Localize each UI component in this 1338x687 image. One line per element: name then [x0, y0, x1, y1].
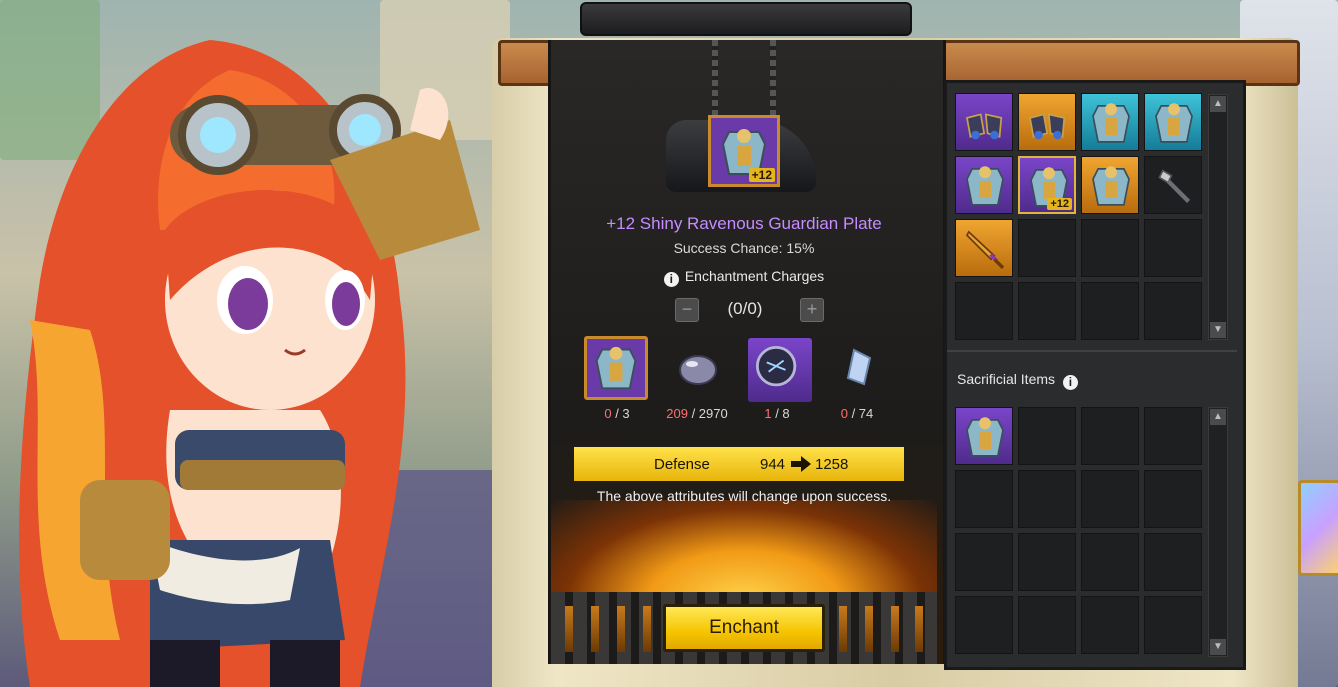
material-count: 0 / 3 [604, 406, 630, 421]
scroll-up-arrow[interactable]: ▲ [1210, 96, 1226, 112]
empty-slot[interactable] [1081, 219, 1139, 277]
grate-bar [591, 606, 599, 652]
empty-slot[interactable] [1081, 470, 1139, 528]
grate-bar [617, 606, 625, 652]
charges-minus-button[interactable]: − [675, 298, 699, 322]
inventory-slot[interactable] [1144, 93, 1202, 151]
empty-slot[interactable] [1081, 282, 1139, 340]
chain [770, 40, 776, 120]
material-slot-chaos-onyx[interactable] [748, 338, 812, 402]
chain [712, 40, 718, 120]
attribute-to: 1258 [815, 456, 849, 473]
inventory-slot[interactable] [955, 156, 1013, 214]
section-divider [947, 350, 1237, 352]
success-chance: Success Chance: 15% [673, 240, 815, 256]
empty-slot[interactable] [1018, 219, 1076, 277]
guardian-plate-icon [595, 346, 637, 390]
grate-bar [839, 606, 847, 652]
empty-slot[interactable] [1144, 282, 1202, 340]
guardian-plate-icon [1092, 103, 1130, 143]
empty-slot[interactable] [1018, 470, 1076, 528]
npc-character-portrait [19, 40, 480, 687]
material-count: 0 / 74 [840, 406, 874, 421]
scroll-down-arrow[interactable]: ▼ [1210, 322, 1226, 338]
enhance-level-badge: +12 [1047, 198, 1072, 210]
inventory-slot[interactable] [1081, 156, 1139, 214]
arrow-right-icon [791, 456, 811, 472]
grate-bar [865, 606, 873, 652]
guardian-plate-icon [1092, 166, 1130, 206]
enchantment-charges-label: Enchantment Charges [684, 268, 825, 284]
grate-bar [643, 606, 651, 652]
empty-slot[interactable] [1144, 219, 1202, 277]
inventory-scrollbar[interactable]: ▲ ▼ [1208, 94, 1228, 340]
info-icon[interactable]: i [663, 272, 679, 287]
empty-slot[interactable] [1144, 470, 1202, 528]
empty-slot[interactable] [1081, 596, 1139, 654]
empty-slot[interactable] [1144, 596, 1202, 654]
inventory-slot[interactable] [955, 93, 1013, 151]
material-count: 1 / 8 [764, 406, 790, 421]
attribute-name: Defense [654, 456, 710, 473]
guardian-plate-icon [966, 417, 1004, 457]
guardian-plate-icon [1155, 103, 1193, 143]
attribute-from: 944 [760, 456, 786, 473]
material-slot-fragment[interactable] [826, 336, 890, 400]
success-note: The above attributes will change upon su… [596, 488, 892, 504]
inventory-slot[interactable] [955, 407, 1013, 465]
inventory-slot[interactable] [1018, 93, 1076, 151]
chaos-onyx-icon [755, 345, 797, 387]
boots-icon [966, 113, 1003, 140]
empty-slot[interactable] [1018, 282, 1076, 340]
enchant-button[interactable]: Enchant [663, 604, 825, 652]
sacrificial-items-title: Sacrificial Items [957, 371, 1056, 387]
inventory-slot[interactable] [955, 219, 1013, 277]
inventory-slot[interactable] [1144, 156, 1202, 214]
empty-slot[interactable] [955, 470, 1013, 528]
scroll-up-arrow[interactable]: ▲ [1210, 409, 1226, 425]
guardian-plate-icon [966, 166, 1004, 206]
window-top-bar [580, 2, 912, 36]
grate-bar [565, 606, 573, 652]
charges-plus-button[interactable]: + [800, 298, 824, 322]
info-icon[interactable]: i [1062, 375, 1078, 390]
grate-bar [915, 606, 923, 652]
mace-icon [1158, 169, 1191, 203]
grate-bar [891, 606, 899, 652]
attribute-change-bar: Defense 944 1258 [574, 447, 904, 481]
boots-icon [1029, 113, 1066, 140]
empty-slot[interactable] [1081, 533, 1139, 591]
empty-slot[interactable] [1081, 407, 1139, 465]
enhance-level-badge: +12 [748, 168, 775, 182]
charges-count: (0/0) [727, 299, 763, 318]
material-slot-onyx[interactable] [666, 336, 730, 400]
inventory-slot[interactable]: +12 [1018, 156, 1076, 214]
stained-glass-window [1298, 480, 1338, 576]
empty-slot[interactable] [1018, 596, 1076, 654]
inventory-slot[interactable] [1081, 93, 1139, 151]
empty-slot[interactable] [955, 596, 1013, 654]
empty-slot[interactable] [955, 533, 1013, 591]
sacrificial-items-label: Sacrificial Items i [957, 371, 1078, 390]
sacrificial-scrollbar[interactable]: ▲ ▼ [1208, 407, 1228, 657]
sword-icon [965, 230, 1005, 270]
scroll-down-arrow[interactable]: ▼ [1210, 639, 1226, 655]
empty-slot[interactable] [1018, 533, 1076, 591]
item-name: +12 Shiny Ravenous Guardian Plate [606, 214, 882, 233]
empty-slot[interactable] [955, 282, 1013, 340]
empty-slot[interactable] [1144, 533, 1202, 591]
forge-flames [551, 500, 937, 600]
empty-slot[interactable] [1018, 407, 1076, 465]
empty-slot[interactable] [1144, 407, 1202, 465]
material-slot-plate[interactable] [584, 336, 648, 400]
enchantment-charges: i Enchantment Charges [551, 268, 937, 287]
material-count: 209 / 2970 [666, 406, 728, 421]
enchant-target-slot[interactable]: +12 [708, 115, 780, 187]
crystal-fragment-icon [846, 348, 872, 386]
onyx-crystal-icon [679, 355, 717, 385]
